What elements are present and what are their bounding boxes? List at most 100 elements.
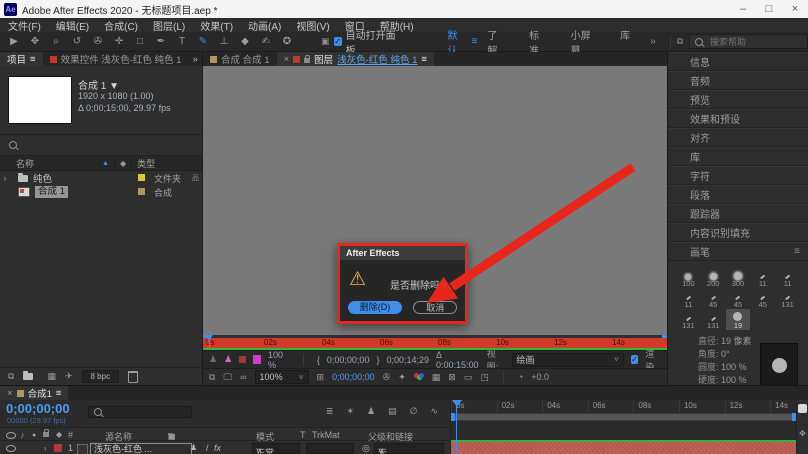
render-checkbox[interactable]: ✓ — [631, 355, 639, 364]
motion-blur-icon[interactable]: ∅ — [410, 406, 418, 417]
workspace-menu-icon[interactable]: ≡ — [472, 36, 478, 47]
tab-composition-viewer[interactable]: 合成 合成 1 — [203, 52, 277, 66]
channel-rgb-icon[interactable] — [414, 373, 424, 381]
trkmat-dropdown[interactable] — [306, 443, 354, 454]
camera-tool-icon[interactable]: ✇ — [92, 36, 104, 47]
menu-item[interactable]: 动画(A) — [248, 18, 281, 33]
bit-depth-button[interactable]: 8 bpc — [82, 370, 120, 383]
paint-view-icon[interactable]: ♟ — [224, 354, 232, 365]
snapshot-camera-icon[interactable]: ✇ — [383, 372, 391, 383]
comp-name[interactable]: 合成 1 ▼ — [78, 77, 119, 92]
label-column-icon[interactable]: ◆ — [56, 430, 62, 439]
tab-timeline-comp[interactable]: × 合成1 ≡ — [0, 386, 68, 400]
opacity-value[interactable]: 100 % — [268, 350, 290, 370]
red-swatch[interactable] — [239, 356, 246, 363]
project-row-solids[interactable]: › 纯色 文件夹 品 — [0, 171, 202, 185]
video-column-icon[interactable] — [6, 432, 16, 439]
pan-behind-tool-icon[interactable]: ✛ — [113, 36, 125, 47]
panel-header[interactable]: 跟踪器 — [668, 204, 808, 223]
shy-layers-icon[interactable]: ♟ — [367, 406, 375, 417]
puppet-pin-tool-icon[interactable]: ✪ — [281, 36, 293, 47]
panel-header[interactable]: 信息 — [668, 52, 808, 71]
brush-preset[interactable]: 45 — [726, 288, 751, 309]
panel-header[interactable]: 效果和预设 — [668, 109, 808, 128]
frame-blending-icon[interactable]: ▤ — [388, 406, 397, 417]
menu-item[interactable]: 效果(T) — [200, 18, 233, 33]
menu-item[interactable]: 编辑(E) — [56, 18, 89, 33]
item-name[interactable]: 合成 1 — [35, 186, 68, 198]
parent-dropdown[interactable]: 无 ˅ — [374, 443, 444, 454]
panel-header[interactable]: 音频 — [668, 71, 808, 90]
show-snapshot-icon[interactable]: ✦ — [398, 372, 406, 383]
tab-layer-viewer[interactable]: × 图层 浅灰色-红色 纯色 1 ≡ — [277, 52, 434, 66]
close-tab-icon[interactable]: × — [7, 388, 13, 399]
exposure-reset-icon[interactable]: ◔ — [518, 372, 523, 382]
layer-name-field[interactable]: 浅灰色-红色 ... — [90, 443, 192, 454]
transparency-grid-icon[interactable]: ▦ — [432, 372, 441, 383]
in-point-value[interactable]: 0;00;00;00 — [327, 355, 370, 365]
lock-column-icon[interactable] — [43, 432, 49, 437]
column-type[interactable]: 类型 — [137, 157, 155, 170]
delete-trash-icon[interactable] — [128, 371, 138, 383]
new-folder-icon[interactable] — [23, 373, 33, 380]
delete-button[interactable]: 删除(D) — [348, 301, 403, 314]
panel-grid-icon[interactable]: ▣ — [321, 36, 330, 47]
rotate-tool-icon[interactable]: ↺ — [71, 36, 83, 47]
project-row-comp[interactable]: 合成 1 合成 — [0, 185, 202, 199]
panel-menu-icon[interactable]: ≡ — [30, 54, 36, 65]
zoom-handle-icon[interactable]: ✥ — [799, 429, 806, 438]
zoom-tool-icon[interactable]: ⌕ — [50, 36, 62, 47]
always-preview-icon[interactable]: ⧉ — [209, 372, 215, 383]
panel-menu-icon[interactable]: ≡ — [421, 54, 427, 65]
pen-tool-icon[interactable]: ✒ — [155, 36, 167, 47]
interpret-footage-icon[interactable]: ⧉ — [8, 371, 14, 382]
menu-item[interactable]: 图层(L) — [153, 18, 185, 33]
screen-mode-icon[interactable]: 🖵 — [223, 372, 232, 383]
trkmat-column[interactable]: TrkMat — [312, 430, 340, 440]
panel-header[interactable]: 库 — [668, 147, 808, 166]
minimize-button[interactable]: – — [730, 3, 756, 15]
panel-menu-icon[interactable]: ≡ — [794, 246, 800, 257]
exposure-value[interactable]: +0.0 — [531, 372, 549, 382]
panel-header[interactable]: 字符 — [668, 166, 808, 185]
help-search[interactable] — [689, 34, 808, 49]
brush-preset[interactable]: 200 — [701, 267, 726, 288]
view-layer-controls-icon[interactable]: ▭ — [464, 372, 473, 383]
twirl-icon[interactable]: › — [0, 173, 10, 183]
timeline-search[interactable] — [88, 406, 192, 418]
out-point-value[interactable]: 0;00;14;29 — [386, 355, 429, 365]
panel-header[interactable]: 预览 — [668, 90, 808, 109]
graph-editor-icon[interactable]: ∿ — [430, 406, 438, 417]
exposure-glasses-icon[interactable]: ∞ — [240, 372, 246, 383]
label-swatch[interactable] — [138, 188, 145, 195]
more-workspaces-icon[interactable]: » — [650, 36, 656, 47]
timeline-playhead[interactable] — [452, 400, 462, 454]
brush-preset[interactable]: 131 — [775, 288, 800, 309]
label-column-icon[interactable]: ◆ — [120, 159, 126, 168]
menu-item[interactable]: 合成(C) — [104, 18, 138, 33]
layer-duration-bar[interactable] — [451, 442, 796, 454]
foreground-color-swatch[interactable] — [253, 355, 261, 364]
sort-ascending-icon[interactable]: ▲ — [102, 160, 109, 167]
hardness-value[interactable]: 100 % — [721, 375, 747, 385]
shy-switch-icon[interactable]: ♟ — [190, 443, 197, 452]
brush-preset[interactable]: 19 — [726, 309, 751, 330]
viewer-time-ruler[interactable]: 0s02s04s06s08s10s12s14s — [203, 335, 667, 350]
3d-switch-icon[interactable]: ◫ — [168, 432, 176, 441]
tab-project[interactable]: 项目 ≡ — [0, 52, 43, 66]
panel-menu-icon[interactable]: ≡ — [56, 388, 62, 399]
onion-skin-icon[interactable]: ♟ — [209, 354, 217, 365]
solo-column-icon[interactable]: ● — [32, 432, 36, 439]
twirl-icon[interactable]: › — [40, 443, 50, 453]
angle-value[interactable]: 0° — [721, 349, 730, 359]
cancel-button[interactable]: 取消 — [413, 301, 457, 314]
more-tabs-icon[interactable]: » — [193, 54, 198, 65]
menu-item[interactable]: 视图(V) — [296, 18, 329, 33]
roundness-value[interactable]: 100 % — [721, 362, 747, 372]
close-button[interactable]: × — [782, 3, 808, 15]
layer-row[interactable]: › 1 浅灰色-红色 ... ♟ / fx 正常 ˅ ◎ 无 — [0, 441, 450, 454]
help-search-input[interactable] — [708, 36, 802, 48]
layer-label-swatch[interactable] — [54, 444, 62, 452]
panel-header-brushes[interactable]: 画笔 ≡ — [668, 242, 808, 261]
brush-preset[interactable]: 11 — [750, 267, 775, 288]
